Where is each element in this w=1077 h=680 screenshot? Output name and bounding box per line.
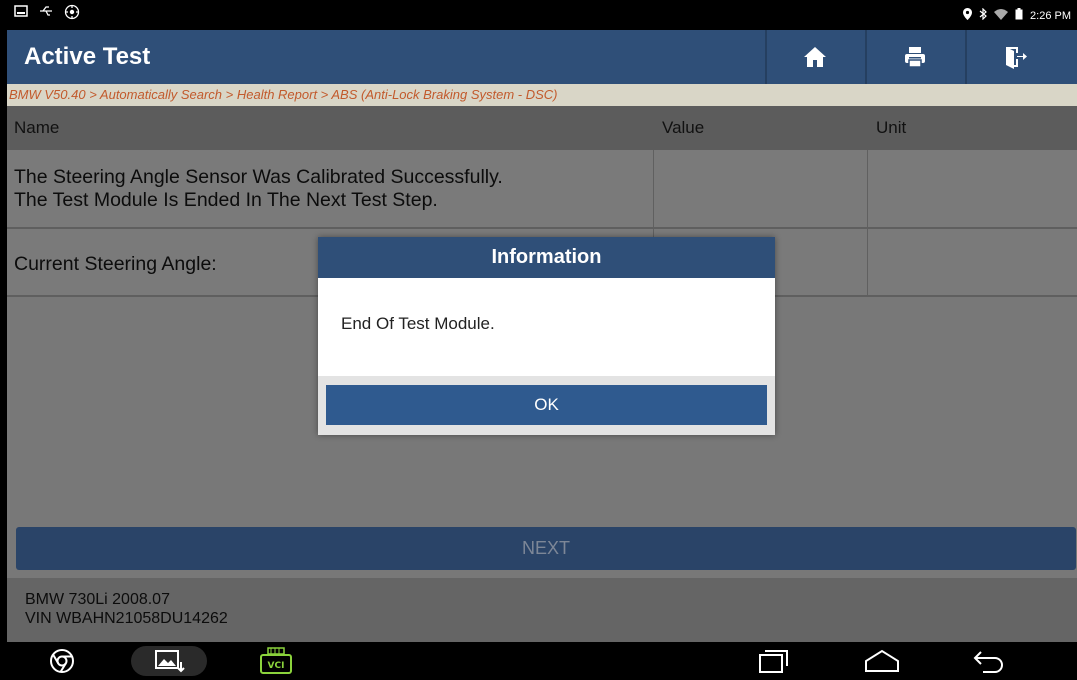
chrome-button[interactable]	[47, 646, 77, 676]
row-name: Current Steering Angle:	[14, 253, 217, 275]
home-nav-icon	[865, 649, 899, 672]
ok-button[interactable]: OK	[326, 385, 767, 425]
dialog-header: Information	[318, 237, 775, 278]
column-name-header: Name	[14, 118, 60, 137]
information-dialog: Information End Of Test Module. OK	[318, 237, 775, 435]
vehicle-model: BMW 730Li 2008.07	[25, 591, 170, 608]
dialog-footer: OK	[318, 376, 775, 435]
row-name-line: The Test Module Is Ended In The Next Tes…	[14, 189, 438, 211]
vehicle-info: BMW 730Li 2008.07 VIN WBAHN21058DU14262	[7, 578, 1077, 642]
wifi-icon	[994, 8, 1009, 23]
row-name: The Steering Angle Sensor Was Calibrated…	[14, 166, 503, 212]
exit-button[interactable]	[965, 30, 1063, 84]
next-button-label: NEXT	[521, 538, 570, 558]
table-row[interactable]: The Steering Angle Sensor Was Calibrated…	[7, 150, 1077, 229]
bluetooth-icon	[979, 7, 987, 23]
page-title: Active Test	[24, 43, 151, 70]
clock-time: 2:26 PM	[1030, 9, 1071, 22]
back-button[interactable]	[970, 646, 1006, 676]
back-icon	[973, 651, 1003, 673]
ok-button-label: OK	[534, 395, 559, 414]
vci-label: VCI	[268, 661, 285, 671]
exit-icon	[1006, 47, 1027, 69]
column-value-header: Value	[662, 118, 705, 137]
vci-icon: VCI	[260, 647, 292, 674]
screenshot-icon	[14, 4, 28, 24]
recent-apps-button[interactable]	[756, 646, 792, 676]
print-button[interactable]	[865, 30, 963, 84]
column-unit-header: Unit	[876, 118, 907, 137]
breadcrumb-text: BMW V50.40 > Automatically Search > Heal…	[9, 87, 558, 102]
navigation-bar: VCI	[0, 642, 1077, 680]
home-button[interactable]	[765, 30, 863, 84]
settings-icon	[64, 4, 80, 24]
usb-icon	[38, 4, 54, 24]
vci-button[interactable]: VCI	[257, 646, 295, 676]
dialog-message: End Of Test Module.	[341, 314, 495, 333]
gallery-button[interactable]	[131, 646, 207, 676]
recent-apps-icon	[759, 650, 788, 673]
location-icon	[963, 8, 973, 23]
row-unit	[867, 150, 1077, 227]
print-icon	[905, 47, 925, 68]
breadcrumb: BMW V50.40 > Automatically Search > Heal…	[7, 84, 1077, 106]
title-bar: Active Test	[7, 30, 1077, 84]
dialog-title: Information	[491, 246, 602, 268]
gallery-icon	[155, 650, 185, 673]
home-nav-button[interactable]	[862, 646, 902, 676]
status-bar: 2:26 PM	[0, 0, 1077, 30]
table-header: Name Value Unit	[7, 106, 1077, 150]
home-icon	[804, 47, 826, 67]
next-button[interactable]: NEXT	[16, 527, 1076, 570]
row-unit	[867, 229, 1077, 295]
chrome-icon	[50, 649, 74, 673]
battery-icon	[1015, 8, 1023, 23]
row-value	[653, 150, 867, 227]
row-name-line: The Steering Angle Sensor Was Calibrated…	[14, 166, 503, 188]
vehicle-vin: VIN WBAHN21058DU14262	[25, 610, 228, 627]
